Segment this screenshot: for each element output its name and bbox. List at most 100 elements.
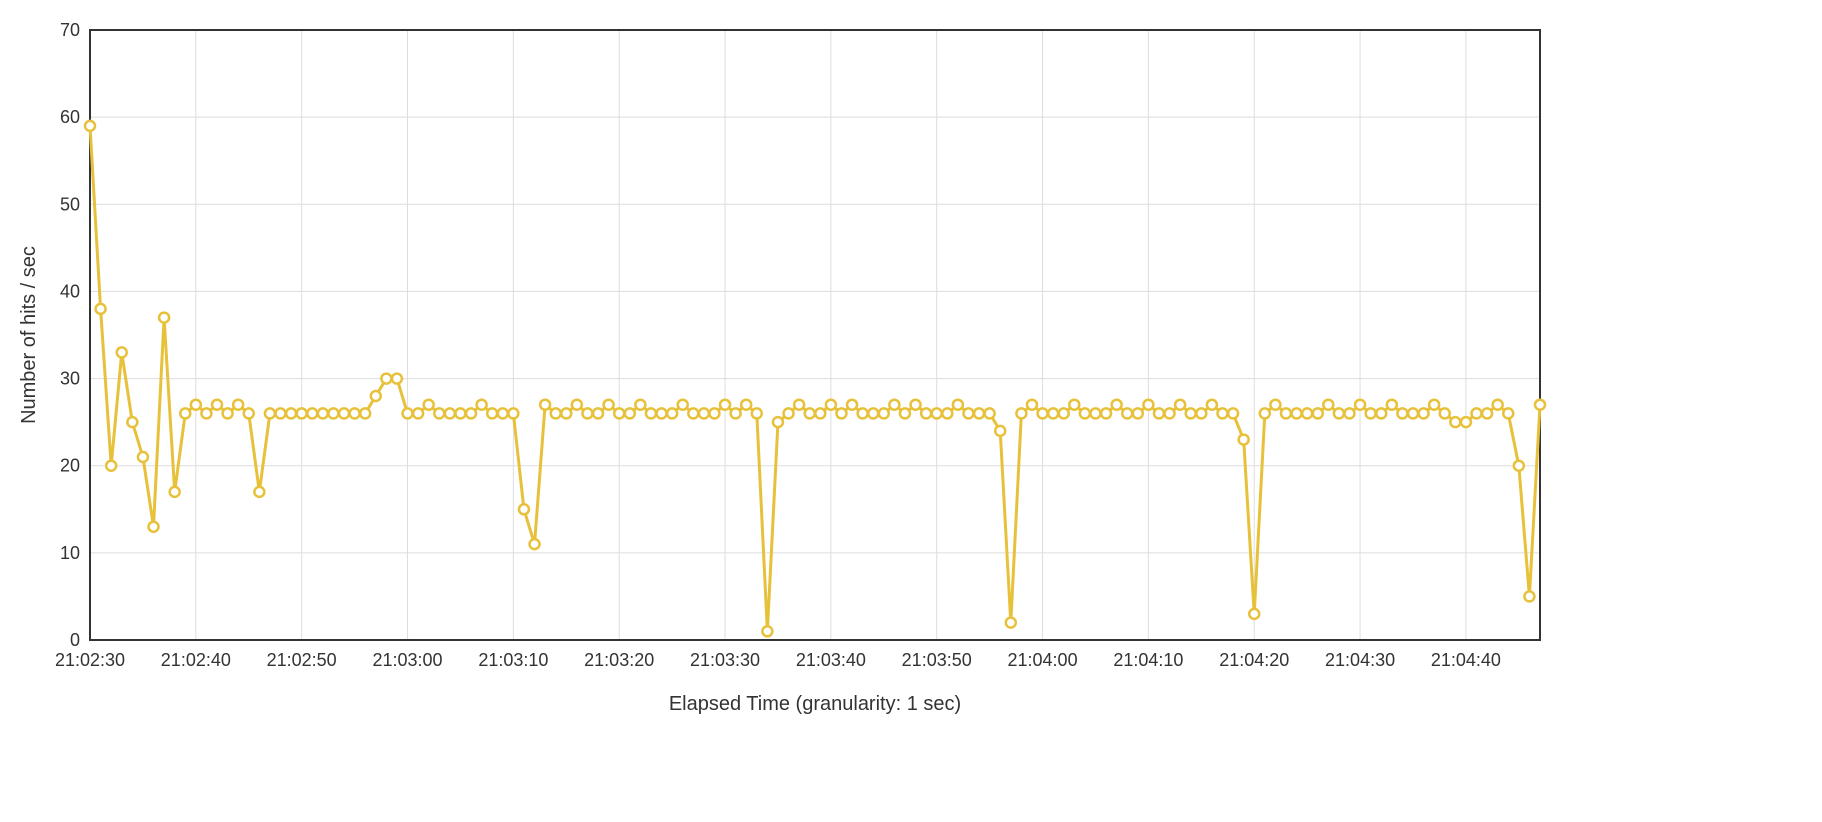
y-tick-label: 30 xyxy=(60,369,80,389)
data-point xyxy=(1175,400,1185,410)
data-point xyxy=(1461,417,1471,427)
y-tick-label: 70 xyxy=(60,20,80,40)
data-point xyxy=(741,400,751,410)
data-point xyxy=(519,504,529,514)
data-point xyxy=(646,408,656,418)
x-tick-label: 21:03:00 xyxy=(372,650,442,670)
data-point xyxy=(1302,408,1312,418)
data-point xyxy=(244,408,254,418)
data-point xyxy=(85,121,95,131)
x-tick-label: 21:03:40 xyxy=(796,650,866,670)
x-axis-ticks: 21:02:3021:02:4021:02:5021:03:0021:03:10… xyxy=(55,650,1501,670)
data-point xyxy=(667,408,677,418)
data-point xyxy=(1143,400,1153,410)
data-point xyxy=(96,304,106,314)
data-point xyxy=(1471,408,1481,418)
data-point xyxy=(477,400,487,410)
data-point xyxy=(318,408,328,418)
data-point xyxy=(858,408,868,418)
data-point xyxy=(1524,591,1534,601)
data-point xyxy=(1376,408,1386,418)
data-point xyxy=(826,400,836,410)
data-point xyxy=(879,408,889,418)
gridlines xyxy=(90,30,1540,640)
data-point xyxy=(900,408,910,418)
x-tick-label: 21:04:20 xyxy=(1219,650,1289,670)
data-point xyxy=(1165,408,1175,418)
data-point xyxy=(254,487,264,497)
data-point xyxy=(1207,400,1217,410)
data-point xyxy=(1313,408,1323,418)
data-point xyxy=(1196,408,1206,418)
data-point xyxy=(1027,400,1037,410)
data-point xyxy=(752,408,762,418)
data-point xyxy=(106,461,116,471)
data-point xyxy=(678,400,688,410)
data-point xyxy=(1408,408,1418,418)
data-point xyxy=(836,408,846,418)
data-point xyxy=(815,408,825,418)
data-point xyxy=(1080,408,1090,418)
data-point xyxy=(339,408,349,418)
data-point xyxy=(455,408,465,418)
data-point xyxy=(953,400,963,410)
data-point xyxy=(1186,408,1196,418)
data-point xyxy=(276,408,286,418)
data-point xyxy=(350,408,360,418)
data-point xyxy=(1154,408,1164,418)
data-point xyxy=(1429,400,1439,410)
data-point xyxy=(212,400,222,410)
data-point xyxy=(1450,417,1460,427)
y-tick-label: 50 xyxy=(60,194,80,214)
data-point xyxy=(328,408,338,418)
y-tick-label: 60 xyxy=(60,107,80,127)
data-point xyxy=(1355,400,1365,410)
data-point xyxy=(201,408,211,418)
data-point xyxy=(223,408,233,418)
y-axis-ticks: 010203040506070 xyxy=(60,20,80,650)
data-point xyxy=(159,313,169,323)
data-point xyxy=(265,408,275,418)
data-point xyxy=(487,408,497,418)
data-point xyxy=(582,408,592,418)
data-point xyxy=(1249,609,1259,619)
data-point xyxy=(625,408,635,418)
data-point xyxy=(805,408,815,418)
data-point xyxy=(995,426,1005,436)
data-point xyxy=(466,408,476,418)
data-point xyxy=(1101,408,1111,418)
data-point xyxy=(1387,400,1397,410)
plot-border xyxy=(90,30,1540,640)
data-point xyxy=(392,374,402,384)
data-point xyxy=(1292,408,1302,418)
data-point xyxy=(1260,408,1270,418)
data-point xyxy=(1239,435,1249,445)
data-point xyxy=(371,391,381,401)
data-point xyxy=(381,374,391,384)
x-tick-label: 21:02:50 xyxy=(267,650,337,670)
x-tick-label: 21:04:30 xyxy=(1325,650,1395,670)
data-point xyxy=(424,400,434,410)
data-point xyxy=(572,400,582,410)
data-point xyxy=(1016,408,1026,418)
data-point xyxy=(847,400,857,410)
data-point xyxy=(1323,400,1333,410)
data-point xyxy=(593,408,603,418)
x-tick-label: 21:04:00 xyxy=(1008,650,1078,670)
data-point xyxy=(508,408,518,418)
data-point xyxy=(1493,400,1503,410)
data-point xyxy=(1344,408,1354,418)
x-tick-label: 21:04:40 xyxy=(1431,650,1501,670)
x-tick-label: 21:02:30 xyxy=(55,650,125,670)
y-tick-label: 10 xyxy=(60,543,80,563)
data-point xyxy=(868,408,878,418)
x-tick-label: 21:03:50 xyxy=(902,650,972,670)
data-point xyxy=(1112,400,1122,410)
data-point xyxy=(963,408,973,418)
data-point xyxy=(699,408,709,418)
data-point xyxy=(149,522,159,532)
data-point xyxy=(1133,408,1143,418)
data-point xyxy=(1503,408,1513,418)
data-point xyxy=(1217,408,1227,418)
data-point xyxy=(170,487,180,497)
